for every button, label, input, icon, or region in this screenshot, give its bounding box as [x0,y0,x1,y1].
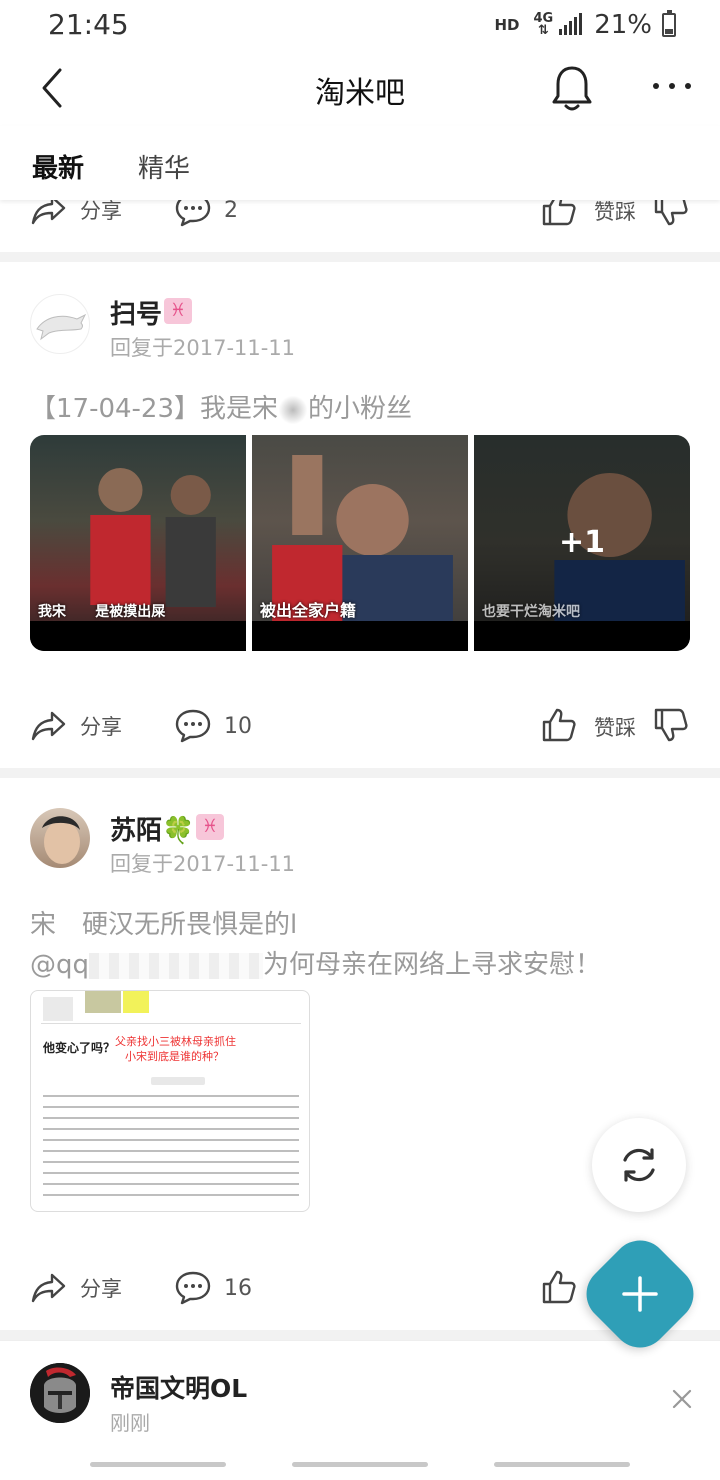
thumbs-up-icon[interactable] [540,706,578,744]
notification-title: 帝国文明OL [110,1374,248,1403]
avatar [30,1363,90,1423]
post-header: 扫号 ♓ 回复于2017-11-11 [0,290,720,360]
blurred-text [278,395,309,424]
comment-icon [175,1271,211,1305]
status-bar: 21:45 HD 4G ⇅ 21% [0,0,720,50]
nav-gesture-bar[interactable] [90,1462,226,1467]
share-label: 分享 [80,1277,122,1301]
post-divider [0,252,720,262]
post-image[interactable]: 他变心了吗？ 父亲找小三被林母亲抓住 小宋到底是谁的种？ [30,990,310,1212]
post-image-grid: 我宋 是被摸出屎 被出全家户籍 +1 也要干烂淘米吧 [30,435,690,651]
post-image[interactable]: 被出全家户籍 [252,435,468,651]
zodiac-badge: ♓ [196,814,224,840]
post-text-part: @qq [30,950,90,980]
post-text[interactable]: 【17-04-23】我是宋 的小粉丝 [30,388,412,425]
vote-label: 赞踩 [594,716,636,740]
network-type: 4G [533,11,554,26]
feed-tabs: 最新 精华 [0,126,720,200]
post-divider [0,768,720,778]
comment-count: 10 [224,713,252,739]
post-text-part: 【17-04-23】我是宋 [30,394,279,424]
hd-indicator: HD [494,16,520,34]
back-arrow-icon[interactable] [34,64,74,112]
battery-percent: 21% [594,10,652,40]
thumbs-down-icon[interactable] [652,200,690,228]
action-bar: 分享 2 赞踩 [0,200,720,240]
dolphin-avatar-icon [36,313,87,341]
bell-icon[interactable] [548,62,596,114]
blurred-area [85,991,121,1013]
image-caption-part: 是被摸出屎 [95,604,166,620]
network-4g-icon: 4G ⇅ [533,11,554,38]
post-header: 苏陌🍀 ♓ 回复于2017-11-11 [0,806,720,876]
page-title: 淘米吧 [315,76,405,111]
tab-featured[interactable]: 精华 [138,148,190,185]
share-label: 分享 [80,200,122,223]
doc-button [151,1077,205,1085]
doc-body-lines [43,1095,299,1205]
post-text[interactable]: @qq 为何母亲在网络上寻求安慰！ [30,944,601,981]
comment-button[interactable]: 10 [174,696,252,756]
author-name[interactable]: 苏陌🍀 [110,810,194,847]
reply-time: 回复于2017-11-11 [110,852,296,876]
comment-icon [175,200,211,227]
post-image[interactable]: 我宋 是被摸出屎 [30,435,246,651]
avatar[interactable] [30,294,90,354]
nav-gesture-bar[interactable] [494,1462,630,1467]
nav-gesture-bar[interactable] [292,1462,428,1467]
face-avatar-icon [42,816,80,864]
share-icon [31,1273,66,1303]
blurred-text [89,952,264,979]
doc-red-note: 父亲找小三被林母亲抓住 [115,1035,236,1048]
comment-icon [175,709,211,743]
notification-time: 刚刚 [110,1411,150,1435]
zodiac-badge: ♓ [164,298,192,324]
share-icon [31,200,66,225]
status-time: 21:45 [48,8,129,41]
image-caption: 也要干烂淘米吧 [482,604,580,620]
helmet-avatar-icon [30,1363,90,1423]
blurred-area [123,991,149,1013]
system-nav-bar [0,1454,720,1480]
image-caption: 我宋 是被摸出屎 [38,601,165,621]
signal-icon [559,13,583,35]
thumbs-down-icon[interactable] [652,706,690,744]
thumbs-up-icon[interactable] [540,1268,578,1306]
thumbs-up-icon[interactable] [540,200,578,228]
refresh-button[interactable] [592,1118,686,1212]
comment-button[interactable]: 2 [174,200,238,240]
share-icon [31,711,66,741]
share-button[interactable]: 分享 [30,1258,122,1318]
reply-time: 回复于2017-11-11 [110,336,296,360]
comment-count: 16 [224,1275,252,1301]
image-caption: 被出全家户籍 [260,601,357,620]
tab-latest[interactable]: 最新 [32,148,84,185]
post-image[interactable]: +1 也要干烂淘米吧 [474,435,690,651]
doc-heading: 他变心了吗？ [43,1041,116,1055]
more-images-count: +1 [558,525,605,560]
image-caption-part: 我宋 [38,604,66,620]
status-indicators: HD 4G ⇅ 21% [494,10,676,40]
battery-icon [662,10,676,37]
nav-bar: 淘米吧 [0,50,720,126]
comment-count: 2 [224,200,238,223]
share-label: 分享 [80,715,122,739]
author-name[interactable]: 扫号 [110,294,162,331]
vote-label: 赞踩 [594,200,636,224]
post-text-part: 为何母亲在网络上寻求安慰！ [263,950,602,980]
doc-divider [41,1023,301,1024]
blurred-area [43,997,73,1021]
close-icon[interactable] [668,1385,696,1413]
share-button[interactable]: 分享 [30,696,122,756]
doc-red-note: 小宋到底是谁的种？ [125,1050,224,1063]
post-text-part: 的小粉丝 [308,394,413,424]
avatar[interactable] [30,808,90,868]
more-icon[interactable] [646,72,698,104]
notification-banner[interactable]: 帝国文明OL 刚刚 [0,1340,720,1454]
refresh-icon [623,1148,655,1182]
share-button[interactable]: 分享 [30,200,122,240]
comment-button[interactable]: 16 [174,1258,252,1318]
action-bar: 分享 10 赞踩 [0,696,720,756]
post-text[interactable]: 宋 硬汉无所畏惧是的l [30,904,297,941]
